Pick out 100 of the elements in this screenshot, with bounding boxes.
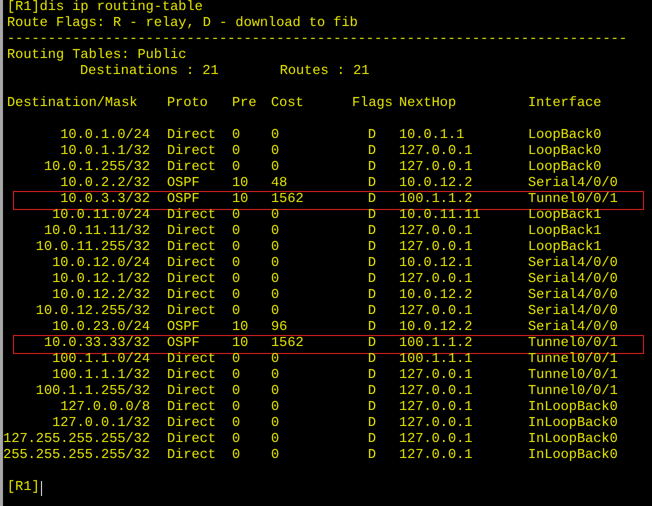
preference-cell-text: 0 [232, 128, 242, 144]
output-line: Routing Tables: Public [7, 48, 188, 64]
flag-cell: D [368, 144, 376, 160]
protocol-cell-text: Direct [167, 448, 217, 464]
next-hop-cell-text: 127.0.0.1 [399, 160, 474, 176]
cost-cell-text: 0 [271, 416, 280, 432]
flag-cell: D [368, 400, 376, 416]
output-line: [R1]dis ip routing-table [7, 0, 204, 16]
next-hop-cell-text: 127.0.0.1 [399, 416, 474, 432]
destinations-count: Destinations : 21 [80, 64, 219, 79]
destination-cell: 100.1.1.0/24 [52, 352, 150, 368]
cost-cell-text: 1562 [271, 192, 305, 208]
preference-cell-text: 10 [232, 320, 250, 336]
preference-cell-text: 0 [232, 288, 242, 304]
destination-cell: 127.0.0.0/8 [60, 400, 150, 416]
text-cursor [40, 480, 42, 496]
interface-cell-text: Serial4/0/0 [528, 288, 619, 304]
cost-cell-text: 0 [271, 368, 280, 384]
cost-cell-text: 0 [271, 144, 280, 160]
protocol-cell-text: OSPF [167, 176, 201, 192]
preference-cell-text: 0 [232, 448, 242, 464]
next-hop-cell-text: 10.0.12.2 [399, 176, 474, 192]
destination-cell: 10.0.12.1/32 [52, 272, 150, 288]
flag-cell: D [368, 208, 376, 224]
destination-cell: 10.0.12.0/24 [52, 256, 150, 272]
interface-cell-text: InLoopBack0 [528, 432, 619, 448]
interface-cell-text: LoopBack0 [528, 144, 602, 160]
interface-cell-text: Tunnel0/0/1 [528, 384, 619, 400]
next-hop-cell-text: 127.0.0.1 [399, 272, 474, 288]
flag-cell: D [368, 320, 376, 336]
protocol-cell-text: Direct [167, 416, 217, 432]
preference-cell-text: 0 [232, 272, 242, 288]
destination-cell: 10.0.1.1/32 [60, 144, 150, 160]
destination-cell: 127.0.0.1/32 [52, 416, 150, 432]
column-header: Pre [232, 96, 258, 112]
flag-cell: D [368, 304, 376, 320]
flag-cell: D [368, 288, 376, 304]
interface-cell-text: LoopBack0 [528, 160, 602, 176]
destination-cell: 100.1.1.1/32 [52, 368, 150, 384]
protocol-cell-text: Direct [167, 288, 217, 304]
cost-cell-text: 0 [271, 288, 280, 304]
next-hop-cell-text: 127.0.0.1 [399, 448, 474, 464]
preference-cell-text: 10 [232, 176, 250, 192]
interface-cell-text: LoopBack1 [528, 224, 602, 240]
protocol-cell-text: Direct [167, 304, 217, 320]
column-header: Flags [352, 96, 393, 112]
flag-cell: D [368, 128, 376, 144]
cost-cell-text: 0 [271, 400, 280, 416]
protocol-cell-text: Direct [167, 256, 217, 272]
next-hop-cell-text: 10.0.11.11 [399, 208, 482, 224]
protocol-cell-text: Direct [167, 352, 217, 368]
cost-cell-text: 1562 [271, 336, 305, 352]
flag-cell: D [368, 160, 376, 176]
protocol-cell-text: Direct [167, 368, 217, 384]
flag-cell: D [368, 336, 376, 352]
next-hop-cell-text: 100.1.1.1 [399, 352, 474, 368]
destination-cell: 127.255.255.255/32 [3, 432, 150, 448]
protocol-cell-text: Direct [167, 384, 217, 400]
protocol-cell-text: Direct [167, 128, 217, 144]
next-hop-cell-text: 127.0.0.1 [399, 432, 474, 448]
interface-cell-text: InLoopBack0 [528, 400, 619, 416]
next-hop-cell-text: 127.0.0.1 [399, 144, 474, 160]
interface-cell-text: LoopBack1 [528, 240, 602, 256]
protocol-cell-text: OSPF [167, 192, 201, 208]
flag-cell: D [368, 192, 376, 208]
next-hop-cell-text: 10.0.12.1 [399, 256, 474, 272]
preference-cell-text: 0 [232, 400, 242, 416]
protocol-cell-text: Direct [167, 224, 217, 240]
preference-cell-text: 0 [232, 416, 242, 432]
flag-cell: D [368, 256, 376, 272]
column-header: Proto [167, 96, 209, 112]
interface-cell-text: InLoopBack0 [528, 416, 619, 432]
cost-cell-text: 0 [271, 384, 280, 400]
next-hop-cell-text: 10.0.12.2 [399, 288, 474, 304]
interface-cell-text: Serial4/0/0 [528, 176, 619, 192]
next-hop-cell-text: 100.1.1.2 [399, 192, 474, 208]
interface-cell-text: Tunnel0/0/1 [528, 336, 619, 352]
cost-cell-text: 0 [271, 272, 280, 288]
preference-cell-text: 0 [232, 144, 242, 160]
flag-cell: D [368, 272, 376, 288]
interface-cell-text: InLoopBack0 [528, 448, 619, 464]
protocol-cell-text: OSPF [167, 320, 201, 336]
preference-cell-text: 0 [232, 256, 242, 272]
column-header: NextHop [399, 96, 458, 112]
destination-cell: 10.0.3.3/32 [60, 192, 150, 208]
preference-cell-text: 0 [232, 384, 242, 400]
protocol-cell-text: Direct [167, 400, 217, 416]
next-hop-cell-text: 10.0.1.1 [399, 128, 466, 144]
preference-cell-text: 0 [232, 240, 242, 256]
next-hop-cell-text: 127.0.0.1 [399, 400, 474, 416]
protocol-cell-text: Direct [167, 160, 217, 176]
cost-cell-text: 0 [271, 208, 280, 224]
protocol-cell-text: Direct [167, 432, 217, 448]
destination-cell: 10.0.2.2/32 [60, 176, 150, 192]
next-hop-cell-text: 100.1.1.2 [399, 336, 474, 352]
routes-count: Routes : 21 [280, 64, 370, 79]
interface-cell-text: Serial4/0/0 [528, 272, 619, 288]
destination-cell: 10.0.11.255/32 [36, 240, 150, 256]
preference-cell-text: 10 [232, 192, 250, 208]
flag-cell: D [368, 224, 376, 240]
